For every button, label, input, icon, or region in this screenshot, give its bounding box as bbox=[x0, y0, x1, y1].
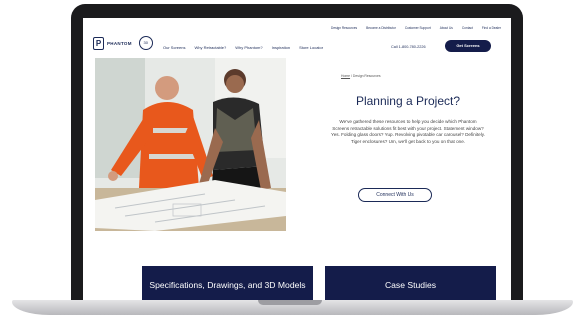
hero-image bbox=[95, 58, 286, 231]
page-title: Planning a Project? bbox=[355, 94, 461, 108]
laptop-screen: Design Resources Become a Distributor Cu… bbox=[83, 18, 511, 300]
nav-item-why-retractable[interactable]: Why Retractable? bbox=[194, 45, 226, 50]
nav-item-inspiration[interactable]: Inspiration bbox=[272, 45, 290, 50]
utility-nav: Design Resources Become a Distributor Cu… bbox=[331, 26, 501, 30]
logo-mark-icon: P bbox=[93, 36, 104, 50]
nav-item-store-locator[interactable]: Store Locator bbox=[299, 45, 323, 50]
utility-link-contact[interactable]: Contact bbox=[462, 26, 473, 30]
utility-link-become-distributor[interactable]: Become a Distributor bbox=[366, 26, 396, 30]
breadcrumb-home-link[interactable]: Home bbox=[341, 74, 350, 78]
breadcrumb: Home / Design Resources bbox=[341, 74, 381, 78]
laptop-notch bbox=[258, 300, 322, 305]
card-case-studies[interactable]: Case Studies bbox=[325, 266, 496, 300]
card-specifications-label: Specifications, Drawings, and 3D Models bbox=[149, 280, 306, 290]
phone-link[interactable]: Call 1-800-780-2226 bbox=[391, 45, 426, 49]
utility-link-about[interactable]: About Us bbox=[440, 26, 453, 30]
hero-description: We've gathered these resources to help y… bbox=[331, 119, 485, 144]
site-logo[interactable]: P PHANTOM 30 bbox=[93, 36, 153, 50]
card-case-studies-label: Case Studies bbox=[384, 280, 437, 290]
utility-link-find-dealer[interactable]: Find a Dealer bbox=[482, 26, 501, 30]
get-screens-button[interactable]: Get Screens bbox=[445, 40, 491, 52]
hero-illustration bbox=[95, 58, 286, 231]
main-nav: Our Screens Why Retractable? Why Phantom… bbox=[163, 45, 323, 50]
utility-link-design-resources[interactable]: Design Resources bbox=[331, 26, 357, 30]
anniversary-badge-icon: 30 bbox=[138, 36, 153, 50]
nav-item-our-screens[interactable]: Our Screens bbox=[163, 45, 185, 50]
card-specifications[interactable]: Specifications, Drawings, and 3D Models bbox=[142, 266, 313, 300]
connect-with-us-button[interactable]: Connect With Us bbox=[358, 188, 432, 202]
breadcrumb-current: Design Resources bbox=[352, 74, 381, 78]
breadcrumb-separator: / bbox=[351, 74, 352, 78]
utility-link-customer-support[interactable]: Customer Support bbox=[405, 26, 431, 30]
nav-item-why-phantom[interactable]: Why Phantom? bbox=[235, 45, 262, 50]
logo-text: PHANTOM bbox=[107, 40, 132, 46]
